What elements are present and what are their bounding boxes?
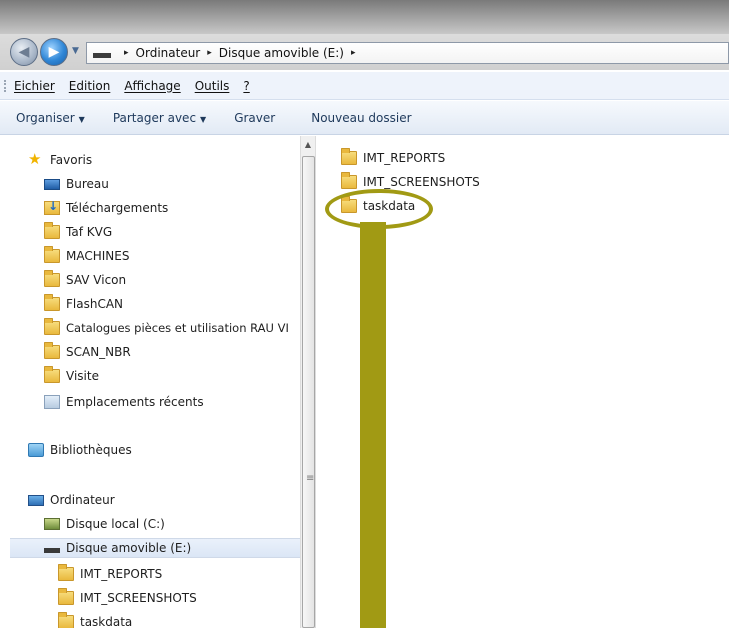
nav-item-sav-vicon[interactable]: SAV Vicon: [44, 270, 126, 290]
nav-item-visite[interactable]: Visite: [44, 366, 99, 386]
address-bar[interactable]: ▸ Ordinateur ▸ Disque amovible (E:) ▸: [86, 42, 729, 64]
organize-label: Organiser: [16, 110, 75, 125]
nav-item-label: SCAN_NBR: [66, 345, 131, 359]
nav-item-label: MACHINES: [66, 249, 130, 263]
folder-item-label: IMT_REPORTS: [363, 151, 446, 165]
folder-icon: [44, 246, 60, 263]
desktop-icon: [44, 178, 60, 190]
nav-item-flashcan[interactable]: FlashCAN: [44, 294, 123, 314]
nav-folder-taskdata[interactable]: taskdata: [58, 612, 132, 628]
folder-icon: [341, 148, 357, 165]
nav-item-label: Emplacements récents: [66, 395, 204, 409]
menu-file[interactable]: Eichier: [14, 79, 55, 93]
nav-item-label: SAV Vicon: [66, 273, 127, 287]
libraries-icon: [28, 443, 44, 457]
star-icon: ★: [28, 150, 42, 168]
nav-pane-scrollbar[interactable]: ▲ ≡: [300, 136, 316, 628]
nav-item-telechargements[interactable]: Téléchargements: [44, 198, 168, 218]
computer-icon: [28, 494, 44, 506]
recent-places-icon: [44, 395, 60, 409]
grip-icon: ≡: [306, 473, 315, 484]
nav-folder-imt-screenshots[interactable]: IMT_SCREENSHOTS: [58, 588, 197, 608]
breadcrumb-chevron-icon[interactable]: ▸: [124, 48, 129, 58]
address-row: ◀ ▶ ▼ ▸ Ordinateur ▸ Disque amovible (E:…: [0, 34, 729, 70]
breadcrumb-computer[interactable]: Ordinateur: [136, 46, 201, 60]
forward-button[interactable]: ▶: [40, 38, 68, 66]
nav-item-taf-kvg[interactable]: Taf KVG: [44, 222, 112, 242]
folder-icon: [44, 318, 60, 335]
nav-item-label: FlashCAN: [66, 297, 124, 311]
folder-icon: [58, 588, 74, 605]
nav-folder-imt-reports[interactable]: IMT_REPORTS: [58, 564, 162, 584]
breadcrumb-removable-drive[interactable]: Disque amovible (E:): [219, 46, 344, 60]
share-label: Partager avec: [112, 110, 197, 125]
nav-favorites-label: Favoris: [50, 153, 93, 167]
scroll-up-arrow-icon[interactable]: ▲: [301, 140, 315, 152]
organize-button[interactable]: Organiser ▼: [16, 111, 85, 125]
nav-computer-label: Ordinateur: [50, 493, 115, 507]
arrow-left-icon: ◀: [18, 44, 30, 60]
nav-local-disk[interactable]: Disque local (C:): [44, 514, 165, 534]
chevron-down-icon: ▼: [200, 114, 207, 124]
nav-folder-label: taskdata: [80, 615, 133, 628]
nav-local-disk-label: Disque local (C:): [66, 517, 165, 531]
folder-icon: [341, 172, 357, 189]
recent-pages-dropdown[interactable]: ▼: [72, 46, 79, 56]
folder-icon: [44, 270, 60, 287]
chevron-down-icon: ▼: [78, 114, 85, 124]
nav-folder-label: IMT_SCREENSHOTS: [80, 591, 197, 605]
nav-item-catalogues[interactable]: Catalogues pièces et utilisation RAU VI: [44, 318, 300, 338]
back-button[interactable]: ◀: [10, 38, 38, 66]
folder-item-label: IMT_SCREENSHOTS: [363, 175, 480, 189]
nav-favorites[interactable]: ★ Favoris: [28, 150, 92, 170]
new-folder-button[interactable]: Nouveau dossier: [311, 111, 411, 125]
folder-icon: [44, 222, 60, 239]
menu-help[interactable]: ?: [243, 79, 249, 93]
downloads-icon: [44, 199, 60, 215]
window-title-bar: [0, 0, 729, 34]
menu-bar: Eichier Edition Affichage Outils ?: [0, 72, 729, 100]
command-bar: Organiser ▼ Partager avec ▼ Graver Nouveau…: [0, 101, 729, 135]
nav-item-label: Visite: [66, 369, 99, 383]
share-button[interactable]: Partager avec ▼: [113, 111, 206, 125]
burn-button[interactable]: Graver: [234, 111, 275, 125]
nav-item-label: Catalogues pièces et utilisation RAU VI: [66, 321, 289, 335]
nav-item-bureau[interactable]: Bureau: [44, 174, 109, 194]
nav-folder-label: IMT_REPORTS: [80, 567, 163, 581]
nav-removable-drive-label: Disque amovible (E:): [66, 541, 192, 555]
nav-item-label: Taf KVG: [66, 225, 113, 239]
removable-drive-icon: [93, 52, 111, 58]
annotation-marker-stem: [360, 222, 386, 628]
arrow-right-icon: ▶: [48, 44, 60, 60]
breadcrumb-chevron-icon[interactable]: ▸: [207, 48, 212, 58]
menu-tools[interactable]: Outils: [195, 79, 230, 93]
folder-icon: [44, 366, 60, 383]
nav-libraries-label: Bibliothèques: [50, 443, 132, 457]
nav-item-scan-nbr[interactable]: SCAN_NBR: [44, 342, 131, 362]
menu-grip: [4, 80, 6, 92]
navigation-pane: ★ Favoris Bureau Téléchargements Taf KVG…: [0, 136, 300, 628]
nav-removable-drive[interactable]: Disque amovible (E:): [10, 538, 300, 558]
folder-item-imt-reports[interactable]: IMT_REPORTS: [341, 148, 445, 168]
scroll-thumb[interactable]: ≡: [302, 156, 315, 628]
local-disk-icon: [44, 518, 60, 530]
nav-libraries[interactable]: Bibliothèques: [28, 440, 132, 460]
nav-item-label: Bureau: [66, 177, 109, 191]
nav-item-machines[interactable]: MACHINES: [44, 246, 129, 266]
nav-computer[interactable]: Ordinateur: [28, 490, 115, 510]
folder-icon: [58, 612, 74, 628]
removable-drive-icon: [44, 547, 60, 553]
menu-view[interactable]: Affichage: [124, 79, 180, 93]
breadcrumb-chevron-icon[interactable]: ▸: [351, 48, 356, 58]
folder-icon: [58, 564, 74, 581]
menu-edit[interactable]: Edition: [69, 79, 111, 93]
folder-icon: [44, 294, 60, 311]
folder-icon: [44, 342, 60, 359]
nav-item-label: Téléchargements: [66, 201, 169, 215]
annotation-highlight-circle: [325, 189, 433, 229]
nav-item-recent-places[interactable]: Emplacements récents: [44, 392, 204, 412]
